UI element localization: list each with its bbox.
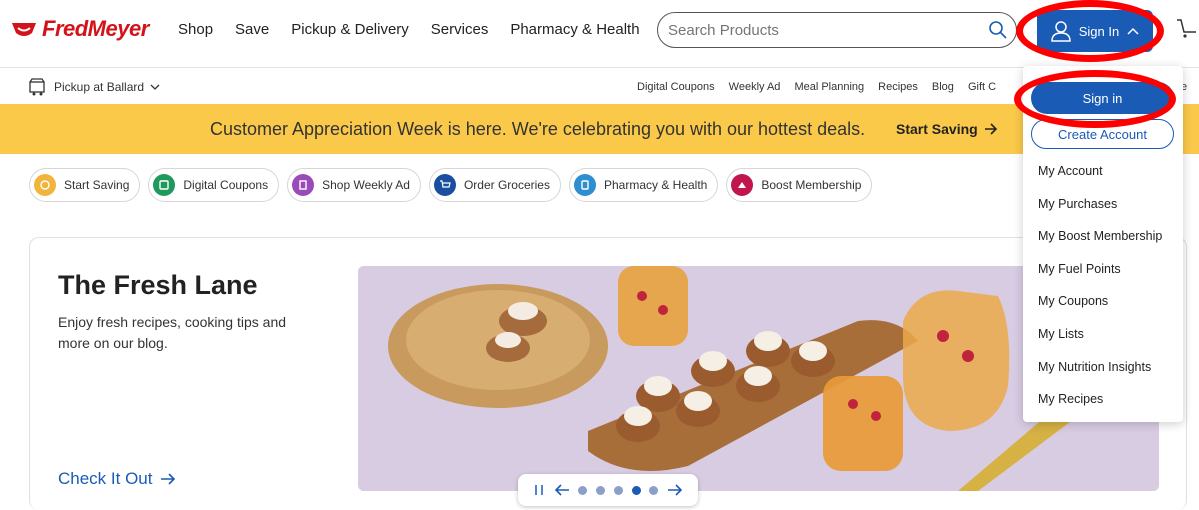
menu-my-purchases[interactable]: My Purchases [1038, 197, 1162, 230]
link-weekly-ad[interactable]: Weekly Ad [729, 81, 781, 93]
banner-cta-label: Start Saving [896, 121, 978, 137]
chevron-down-icon [150, 84, 160, 90]
chip-label: Pharmacy & Health [603, 178, 708, 192]
brand-name: FredMeyer [42, 16, 149, 41]
chip-shop-weekly-ad[interactable]: Shop Weekly Ad [287, 168, 421, 202]
nav-services[interactable]: Services [431, 21, 489, 38]
secondary-links: Digital Coupons Weekly Ad Meal Planning … [637, 81, 996, 93]
pickup-location-selector[interactable]: Pickup at Ballard [28, 78, 160, 96]
nav-save[interactable]: Save [235, 21, 269, 38]
link-digital-coupons[interactable]: Digital Coupons [637, 81, 715, 93]
hero-check-it-out-link[interactable]: Check It Out [58, 469, 176, 489]
hero-title: The Fresh Lane [58, 270, 258, 300]
search-box [657, 12, 1017, 48]
fredmeyer-smile-icon [12, 23, 36, 36]
brand-logo[interactable]: FredMeyer [10, 16, 149, 42]
pickup-label: Pickup at Ballard [54, 80, 145, 94]
menu-my-nutrition-insights[interactable]: My Nutrition Insights [1038, 360, 1162, 393]
pause-icon[interactable] [533, 483, 545, 497]
arrow-right-icon[interactable] [667, 484, 683, 496]
chip-label: Start Saving [64, 178, 130, 192]
chip-start-saving[interactable]: Start Saving [29, 168, 141, 202]
chip-digital-coupons[interactable]: Digital Coupons [148, 168, 280, 202]
carousel-dot-3[interactable] [613, 485, 623, 495]
menu-my-boost-membership[interactable]: My Boost Membership [1038, 229, 1162, 262]
promo-banner: Customer Appreciation Week is here. We'r… [0, 104, 1199, 154]
menu-my-coupons[interactable]: My Coupons [1038, 294, 1162, 327]
arrow-right-icon [161, 473, 176, 485]
search-icon[interactable] [988, 20, 1008, 40]
arrow-right-icon [984, 123, 997, 135]
nav-shop[interactable]: Shop [178, 21, 213, 38]
chip-label: Boost Membership [761, 178, 862, 192]
store-icon [29, 78, 45, 96]
nav-pharmacy-health[interactable]: Pharmacy & Health [510, 21, 639, 38]
menu-my-lists[interactable]: My Lists [1038, 327, 1162, 360]
weekly-ad-icon [292, 174, 315, 196]
cart-icon [433, 174, 456, 196]
chip-pharmacy-health[interactable]: Pharmacy & Health [568, 168, 719, 202]
piggy-bank-icon [34, 174, 56, 196]
boost-icon [731, 174, 754, 196]
search-input[interactable] [668, 21, 988, 39]
carousel-controls [518, 474, 698, 506]
coupon-icon [153, 174, 176, 196]
cart-icon[interactable] [1176, 17, 1198, 39]
link-recipes[interactable]: Recipes [878, 81, 918, 93]
main-nav: Shop Save Pickup & Delivery Services Pha… [178, 21, 640, 38]
annotation-oval-sign-in [1016, 0, 1164, 62]
link-meal-planning[interactable]: Meal Planning [794, 81, 864, 93]
carousel-dot-4[interactable] [631, 485, 641, 495]
hero-cta-label: Check It Out [58, 469, 153, 488]
link-gift-cards[interactable]: Gift C [968, 81, 996, 93]
nav-pickup-delivery[interactable]: Pickup & Delivery [291, 21, 409, 38]
chip-label: Digital Coupons [183, 178, 269, 192]
carousel-dot-1[interactable] [578, 485, 588, 495]
link-blog[interactable]: Blog [932, 81, 954, 93]
menu-my-account[interactable]: My Account [1038, 164, 1162, 197]
account-menu: My Account My Purchases My Boost Members… [1038, 164, 1162, 425]
banner-text: Customer Appreciation Week is here. We'r… [210, 119, 866, 139]
arrow-left-icon[interactable] [554, 484, 570, 496]
hero-card: The Fresh Lane Enjoy fresh recipes, cook… [29, 237, 1187, 510]
chip-label: Shop Weekly Ad [322, 178, 410, 192]
hero-description: Enjoy fresh recipes, cooking tips and mo… [58, 314, 287, 351]
carousel-dot-2[interactable] [596, 485, 606, 495]
chip-order-groceries[interactable]: Order Groceries [428, 168, 561, 202]
banner-start-saving-link[interactable]: Start Saving [896, 121, 998, 137]
annotation-oval-dropdown-sign-in [1014, 70, 1176, 128]
carousel-dot-5[interactable] [649, 485, 659, 495]
pharmacy-icon [573, 174, 596, 196]
menu-my-recipes[interactable]: My Recipes [1038, 392, 1162, 425]
menu-my-fuel-points[interactable]: My Fuel Points [1038, 262, 1162, 295]
quick-links: Start Saving Digital Coupons Shop Weekly… [29, 168, 873, 202]
chip-boost-membership[interactable]: Boost Membership [726, 168, 873, 202]
chip-label: Order Groceries [463, 178, 550, 192]
